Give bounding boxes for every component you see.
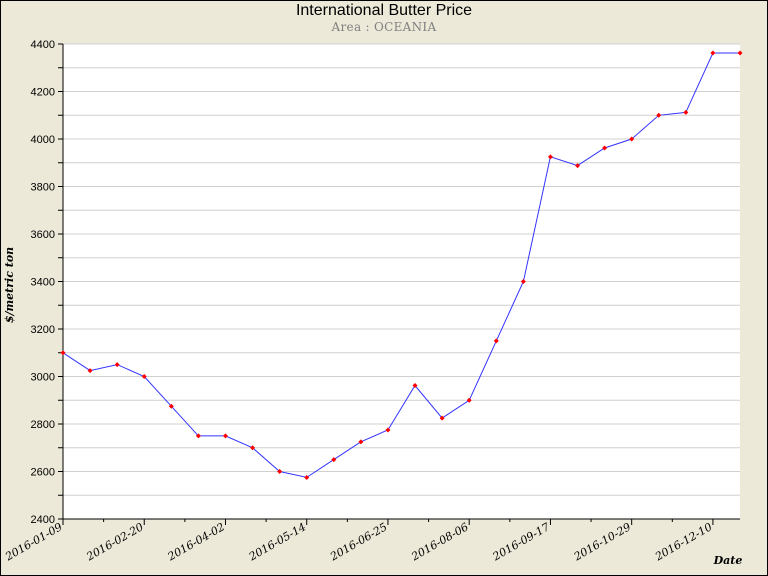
x-tick-label: 2016-02-20 — [83, 520, 145, 563]
x-tick-label: 2016-06-25 — [327, 520, 389, 563]
y-axis-label: $/metric ton — [3, 247, 16, 323]
gridlines — [63, 43, 740, 520]
x-tick-label: 2016-10-29 — [571, 520, 633, 563]
x-tick-labels: 2016-01-09 2016-02-20 2016-04-02 2016-05-14… — [2, 520, 714, 563]
y-tick-label: 3000 — [31, 372, 55, 384]
y-tick-label: 4200 — [31, 87, 55, 99]
x-tick-label: 2016-12-10 — [652, 520, 714, 563]
x-tick-label: 2016-08-06 — [408, 520, 470, 563]
y-tick-label: 2600 — [31, 467, 55, 479]
x-tick-label: 2016-05-14 — [246, 520, 308, 563]
y-tick-label: 3400 — [31, 277, 55, 289]
y-tick-label: 3600 — [31, 229, 55, 241]
x-tick-label: 2016-09-17 — [490, 520, 552, 563]
x-tick-label: 2016-04-02 — [165, 520, 227, 563]
y-tick-label: 4000 — [31, 134, 55, 146]
x-tick-label: 2016-01-09 — [2, 520, 64, 563]
y-tick-labels: 2400260028003000320034003600380040004200… — [31, 39, 55, 526]
line-chart: 2400260028003000320034003600380040004200… — [2, 39, 743, 567]
y-tick-label: 3800 — [31, 182, 55, 194]
x-axis-label: Date — [713, 554, 743, 567]
y-tick-label: 2800 — [31, 419, 55, 431]
y-tick-label: 4400 — [31, 39, 55, 51]
y-tick-label: 3200 — [31, 324, 55, 336]
